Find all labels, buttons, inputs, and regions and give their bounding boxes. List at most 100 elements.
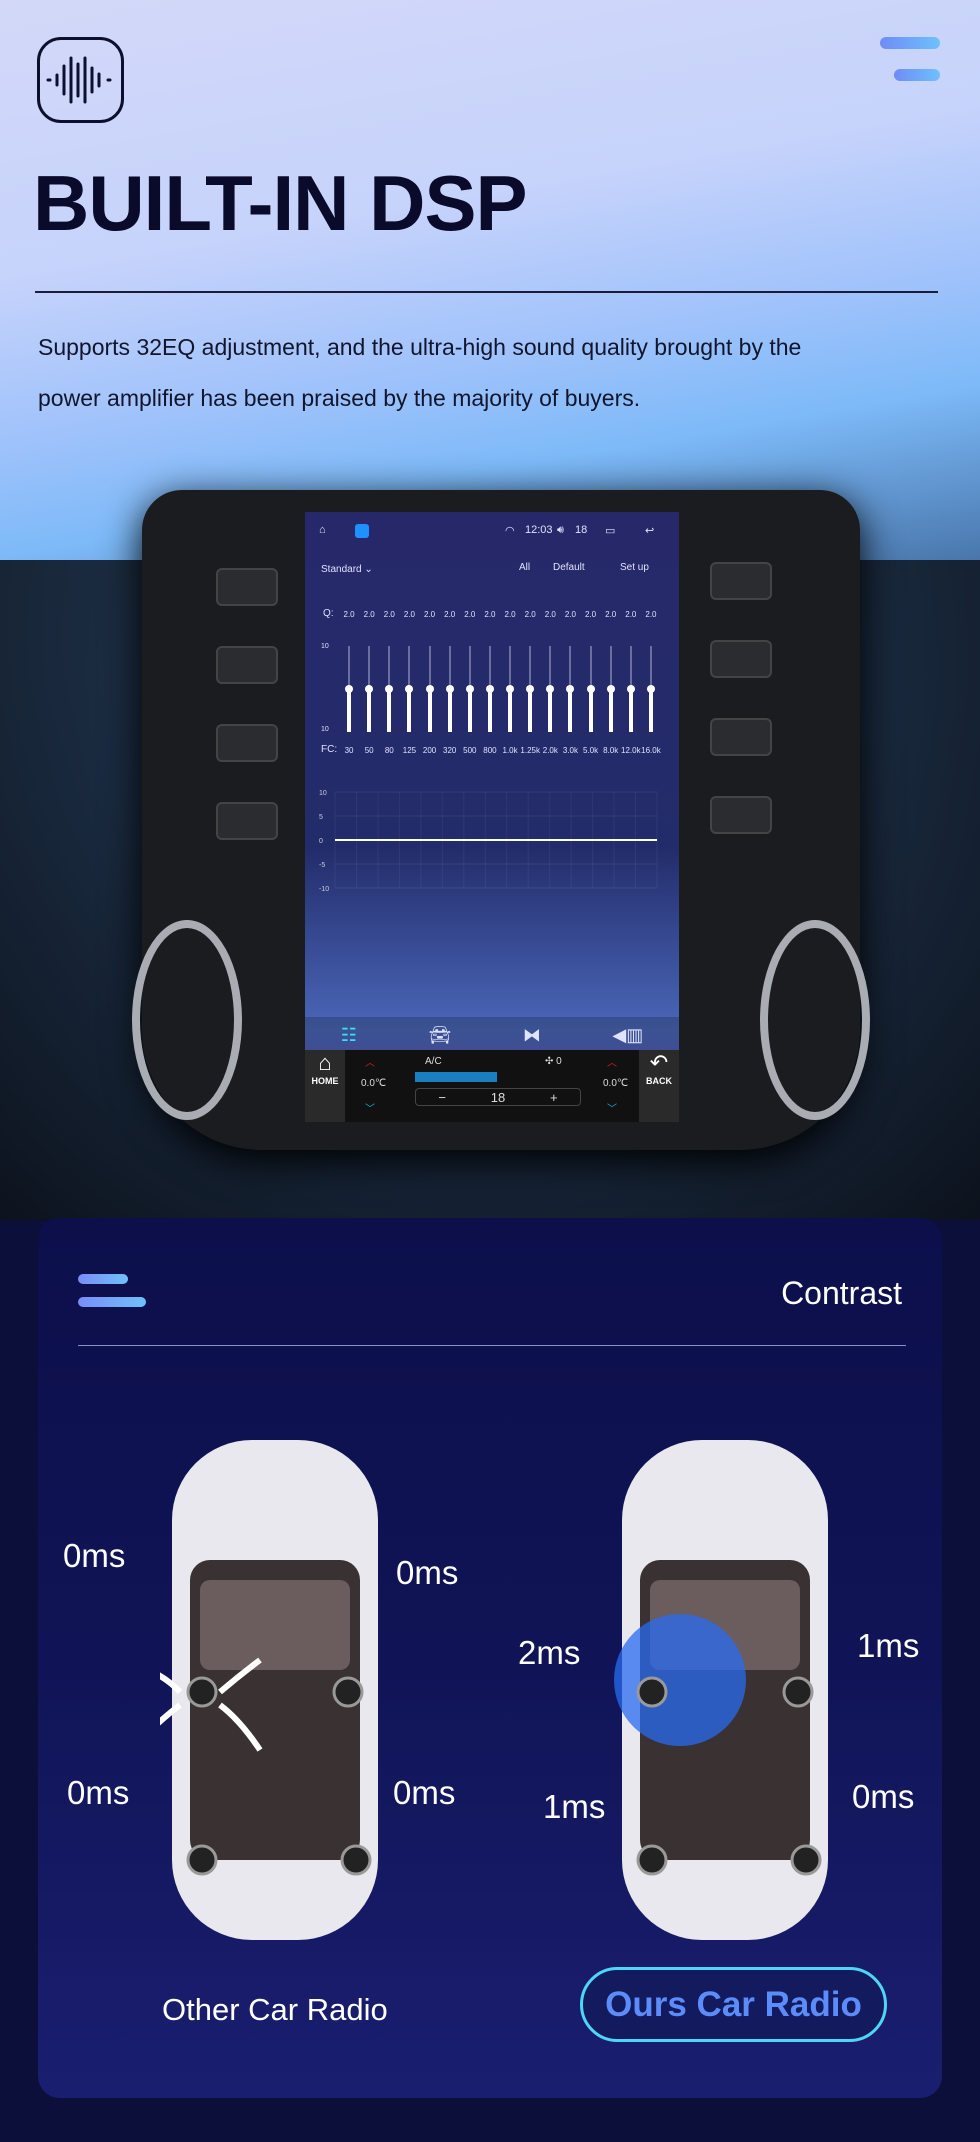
slider-fill — [548, 689, 553, 732]
sound-field-icon[interactable]: ◀▥ — [612, 1025, 643, 1046]
clock: 12:03 — [525, 524, 553, 536]
eq-band-slider[interactable] — [345, 646, 354, 732]
slider-knob[interactable] — [546, 685, 555, 693]
car-speaker-icon[interactable]: 🚘︎ — [428, 1025, 451, 1046]
all-button[interactable]: All — [519, 562, 530, 573]
ours-car-radio-badge: Ours Car Radio — [580, 1967, 887, 2042]
slider-knob[interactable] — [485, 685, 494, 693]
slider-knob[interactable] — [365, 685, 374, 693]
hw-button[interactable] — [216, 802, 278, 840]
eq-band-slider[interactable] — [405, 646, 414, 732]
q-value: 2.0 — [645, 610, 657, 619]
app-icon[interactable] — [355, 524, 369, 538]
fc-value: 50 — [364, 746, 374, 755]
q-value: 2.0 — [504, 610, 516, 619]
setup-button[interactable]: Set up — [620, 562, 649, 573]
home-button[interactable]: ⌂ HOME — [305, 1050, 345, 1122]
slider-knob[interactable] — [626, 685, 635, 693]
eq-band-slider[interactable] — [485, 646, 494, 732]
eq-band-slider[interactable] — [586, 646, 595, 732]
slider-knob[interactable] — [506, 685, 515, 693]
fc-value: 320 — [443, 746, 457, 755]
recent-apps-icon[interactable]: ▭ — [605, 524, 615, 537]
slider-fill — [407, 689, 412, 732]
eq-band-slider[interactable] — [465, 646, 474, 732]
temp-right-up[interactable]: ︿ — [607, 1054, 617, 1069]
eq-band-slider[interactable] — [365, 646, 374, 732]
hw-button[interactable] — [216, 724, 278, 762]
q-value: 2.0 — [464, 610, 476, 619]
slider-knob[interactable] — [465, 685, 474, 693]
hw-button[interactable] — [710, 640, 772, 678]
slider-knob[interactable] — [425, 685, 434, 693]
slider-fill — [588, 689, 593, 732]
q-value: 2.0 — [403, 610, 415, 619]
fc-value: 8.0k — [603, 746, 619, 755]
delay-rear-left: 0ms — [67, 1774, 130, 1811]
temp-right-down[interactable]: ﹀ — [607, 1100, 617, 1115]
q-value: 2.0 — [383, 610, 395, 619]
contrast-title: Contrast — [781, 1275, 902, 1311]
balance-icon[interactable]: ⧓ — [523, 1025, 541, 1046]
slider-knob[interactable] — [405, 685, 414, 693]
hw-button[interactable] — [710, 718, 772, 756]
slider-fill — [447, 689, 452, 732]
ac-button[interactable]: A/C — [425, 1056, 442, 1067]
hw-button[interactable] — [216, 646, 278, 684]
fc-values: 30 50 80 125 200 320 500 800 1.0k 1.25k 2.0k 3.0k 5.… — [339, 746, 661, 755]
q-value: 2.0 — [564, 610, 576, 619]
slider-knob[interactable] — [445, 685, 454, 693]
slider-knob[interactable] — [345, 685, 354, 693]
q-value: 2.0 — [343, 610, 355, 619]
eq-band-slider[interactable] — [646, 646, 655, 732]
back-icon[interactable]: ↩ — [645, 524, 654, 537]
divider — [35, 291, 938, 293]
hamburger-icon[interactable] — [880, 37, 940, 81]
fc-value: 16.0k — [641, 746, 661, 755]
hw-button[interactable] — [710, 796, 772, 834]
delay-rear-left: 1ms — [543, 1788, 606, 1825]
fc-value: 80 — [384, 746, 394, 755]
back-button[interactable]: ↶ BACK — [639, 1050, 679, 1122]
eq-band-slider[interactable] — [606, 646, 615, 732]
eq-band-slider[interactable] — [626, 646, 635, 732]
fc-value: 1.0k — [502, 746, 518, 755]
eq-band-slider[interactable] — [526, 646, 535, 732]
slider-knob[interactable] — [586, 685, 595, 693]
eq-band-slider[interactable] — [385, 646, 394, 732]
q-value: 2.0 — [444, 610, 456, 619]
fc-value: 800 — [483, 746, 497, 755]
eq-curve-chart: 10 5 0 -5 -10 — [319, 790, 658, 893]
hw-button[interactable] — [216, 568, 278, 606]
temp-left-up[interactable]: ︿ — [365, 1054, 375, 1069]
q-value: 2.0 — [484, 610, 496, 619]
eq-band-slider[interactable] — [445, 646, 454, 732]
slider-knob[interactable] — [646, 685, 655, 693]
slider-knob[interactable] — [606, 685, 615, 693]
hw-button[interactable] — [710, 562, 772, 600]
curve-tick: -5 — [319, 862, 325, 869]
eq-band-slider[interactable] — [506, 646, 515, 732]
temp-left-down[interactable]: ﹀ — [365, 1100, 375, 1115]
q-value: 2.0 — [585, 610, 597, 619]
eq-band-slider[interactable] — [546, 646, 555, 732]
slider-fill — [347, 689, 352, 732]
slider-knob[interactable] — [566, 685, 575, 693]
home-icon[interactable]: ⌂ — [319, 524, 326, 536]
q-value: 2.0 — [544, 610, 556, 619]
temp-stepper[interactable]: −18 + — [415, 1088, 581, 1106]
preset-dropdown[interactable]: Standard ⌄ — [321, 564, 373, 575]
fc-value: 3.0k — [562, 746, 578, 755]
default-button[interactable]: Default — [553, 562, 585, 573]
fc-value: 500 — [463, 746, 477, 755]
slider-knob[interactable] — [526, 685, 535, 693]
q-label: Q: — [323, 608, 334, 619]
delay-front-left: 2ms — [518, 1634, 581, 1671]
hamburger-icon[interactable] — [78, 1274, 146, 1320]
climate-bar: ⌂ HOME ︿ 0.0℃ ﹀ A/C ✣ 0 −18 + ︿ 0.0℃ ﹀ ↶ BA… — [305, 1050, 679, 1122]
fc-value: 125 — [402, 746, 417, 755]
eq-band-slider[interactable] — [425, 646, 434, 732]
slider-knob[interactable] — [385, 685, 394, 693]
equalizer-icon[interactable]: ☷ — [341, 1025, 357, 1046]
eq-band-slider[interactable] — [566, 646, 575, 732]
